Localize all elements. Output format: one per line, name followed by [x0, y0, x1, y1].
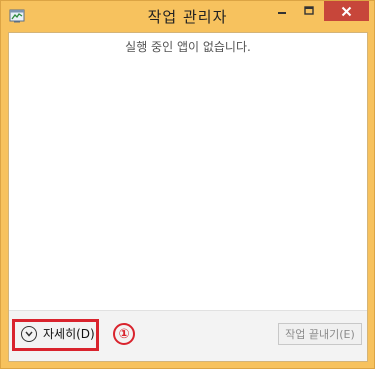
maximize-icon [303, 6, 314, 15]
minimize-icon [277, 12, 286, 14]
end-task-button[interactable]: 작업 끝내기(E) [278, 323, 362, 345]
details-highlight-box: 자세히(D) [12, 319, 99, 351]
close-icon [341, 6, 352, 16]
more-details-label: 자세히(D) [43, 327, 95, 341]
close-button[interactable] [324, 1, 369, 21]
annotation-number-badge: ① [113, 323, 135, 345]
maximize-button[interactable] [295, 1, 322, 21]
app-list-panel: 실행 중인 앱이 없습니다. 자세히(D) ① 작업 끝내기(E) [8, 32, 368, 362]
footer-bar: 자세히(D) ① 작업 끝내기(E) [9, 310, 367, 361]
chevron-down-circle-icon [21, 325, 37, 342]
task-manager-window: 작업 관리자 실행 중인 앱이 없습니다. 자세히(D) ① 작업 끝내기(E) [0, 0, 375, 369]
title-bar[interactable]: 작업 관리자 [1, 1, 374, 31]
more-details-button[interactable]: 자세히(D) [21, 325, 95, 342]
minimize-button[interactable] [268, 1, 295, 21]
empty-message: 실행 중인 앱이 없습니다. [125, 40, 251, 54]
